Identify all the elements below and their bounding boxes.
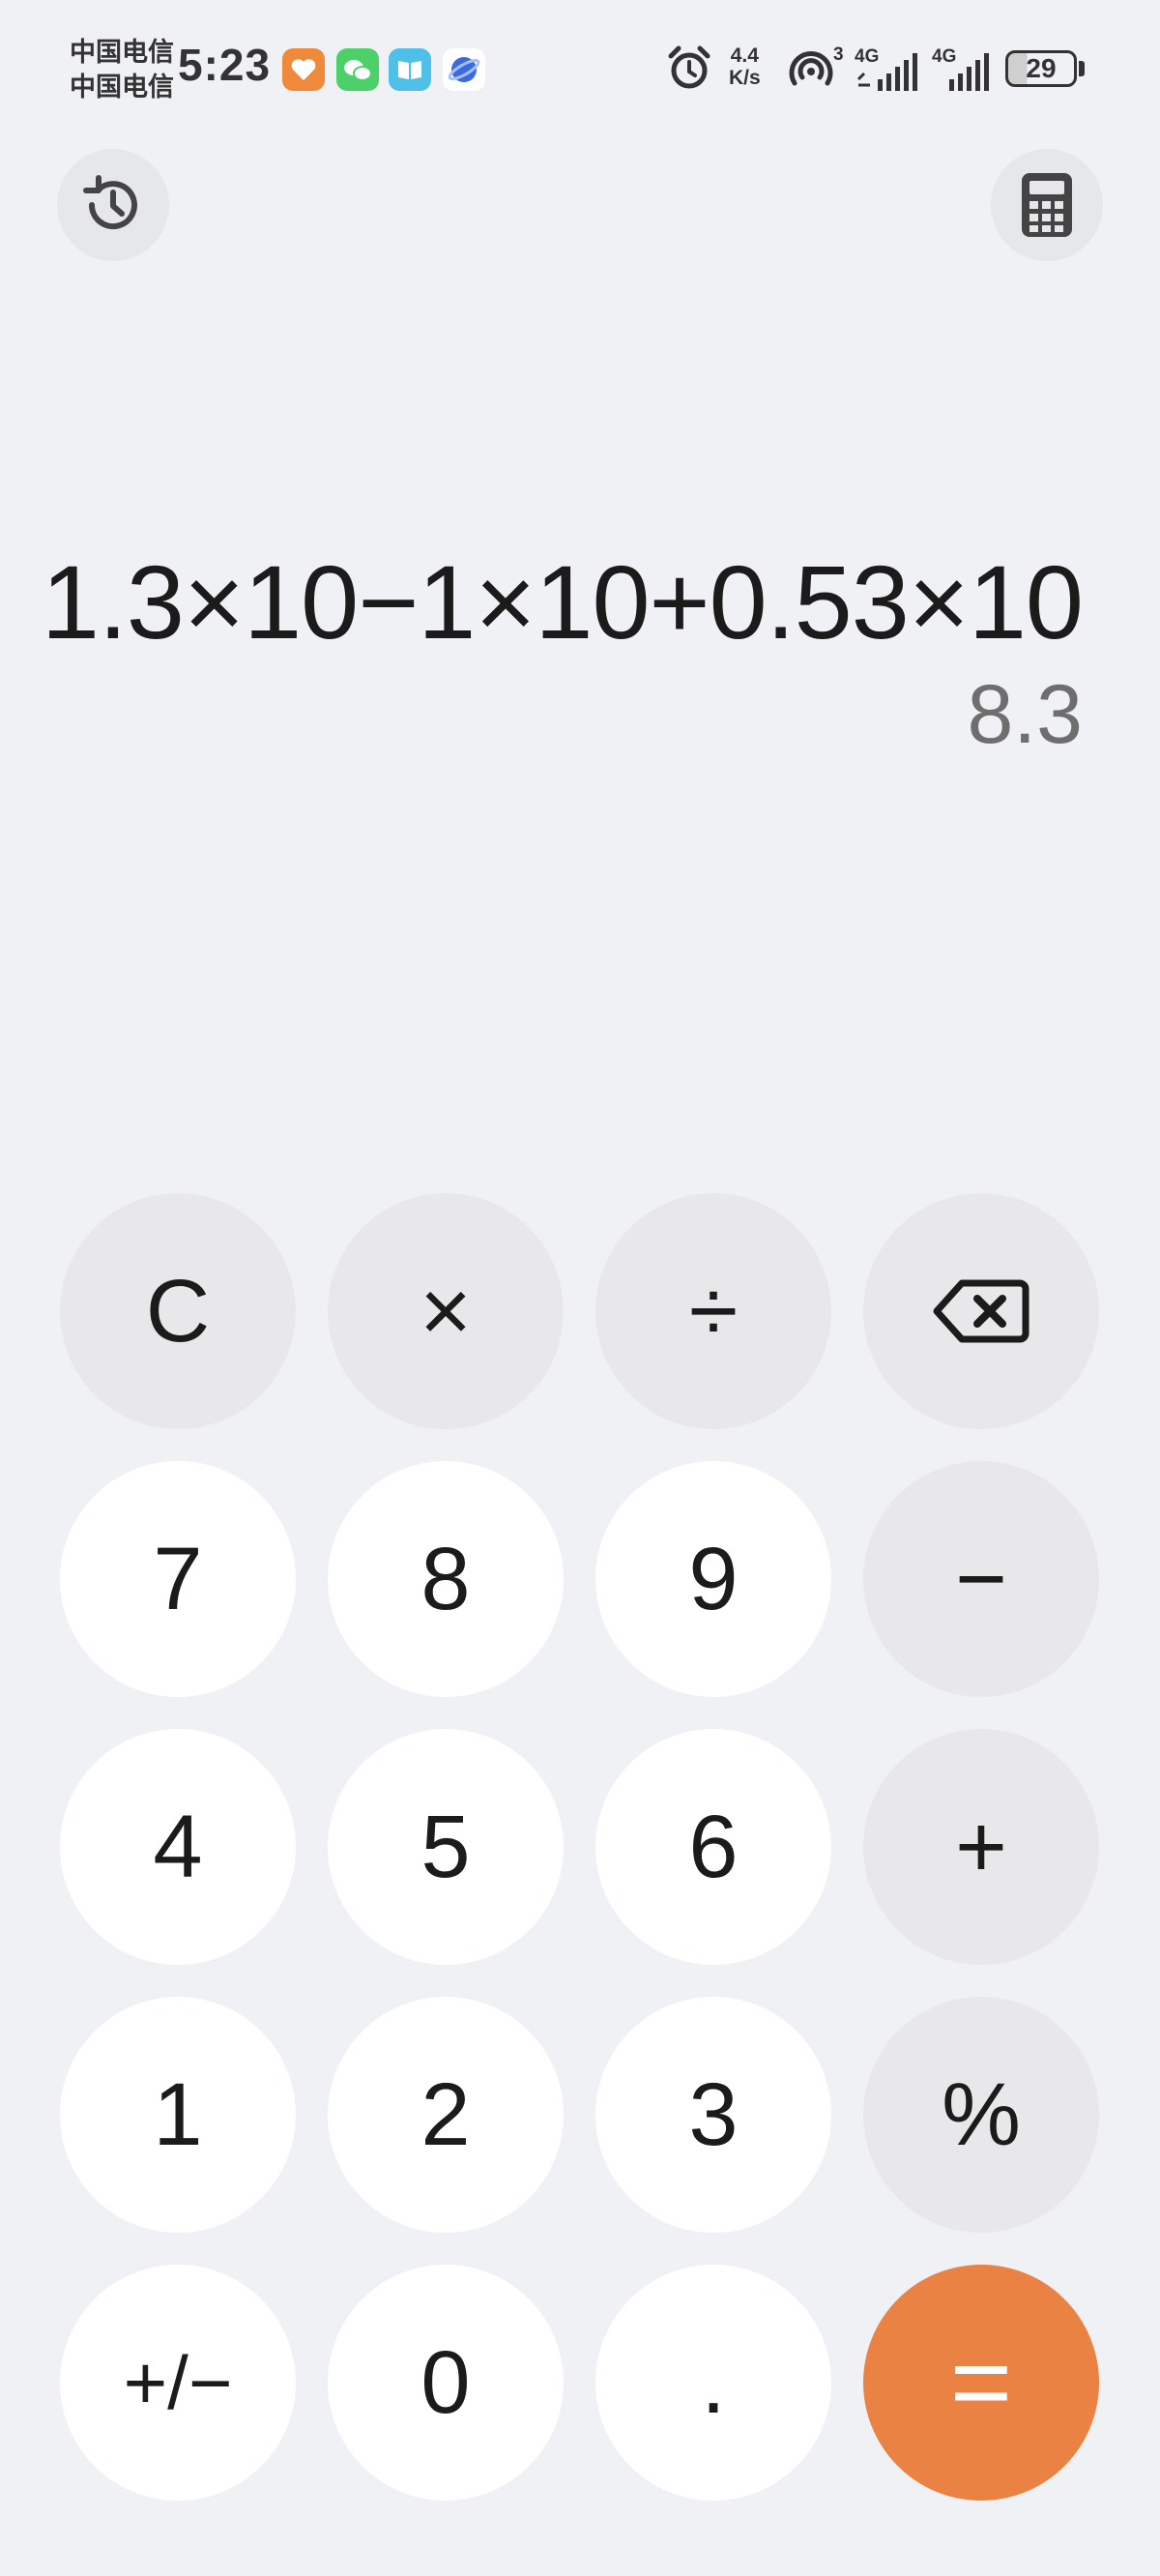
digit-7-label: 7 <box>153 1530 203 1628</box>
carrier-2: 中国电信 <box>70 73 174 102</box>
history-icon <box>83 175 137 230</box>
sim1-signal-icon <box>856 50 920 101</box>
digit-3-button[interactable]: 3 <box>595 1997 831 2233</box>
health-app-icon <box>282 48 325 91</box>
digit-1-button[interactable]: 1 <box>60 1997 296 2233</box>
digit-1-label: 1 <box>153 2065 203 2164</box>
add-label: + <box>955 1798 1007 1896</box>
wechat-icon <box>336 48 379 91</box>
digit-6-button[interactable]: 6 <box>595 1729 831 1965</box>
equals-button[interactable]: = <box>863 2265 1099 2501</box>
status-bar: 中国电信 中国电信 5:23 4.4 K/s 3 4G 4G 29 <box>0 0 1160 145</box>
digit-2-button[interactable]: 2 <box>328 1997 564 2233</box>
add-button[interactable]: + <box>863 1729 1099 1965</box>
divide-button[interactable]: ÷ <box>595 1193 831 1429</box>
battery-tip <box>1079 61 1085 76</box>
history-button[interactable] <box>57 149 169 261</box>
subtract-label: − <box>955 1530 1007 1628</box>
decimal-point-label: . <box>701 2333 726 2432</box>
digit-4-button[interactable]: 4 <box>60 1729 296 1965</box>
hotspot-count: 3 <box>833 44 844 65</box>
carrier-1: 中国电信 <box>70 38 174 67</box>
digit-5-button[interactable]: 5 <box>328 1729 564 1965</box>
digit-5-label: 5 <box>420 1798 471 1896</box>
digit-6-label: 6 <box>688 1798 739 1896</box>
browser-app-icon <box>443 48 485 91</box>
calculator-mode-button[interactable] <box>991 149 1103 261</box>
divide-label: ÷ <box>688 1262 739 1361</box>
digit-3-label: 3 <box>688 2065 739 2164</box>
net-speed-unit: K/s <box>729 67 761 89</box>
battery-indicator: 29 <box>1005 50 1077 87</box>
alarm-icon <box>667 44 711 95</box>
digit-4-label: 4 <box>153 1798 203 1896</box>
net-speed: 4.4 K/s <box>729 44 761 89</box>
digit-8-button[interactable]: 8 <box>328 1461 564 1697</box>
percent-button[interactable]: % <box>863 1997 1099 2233</box>
result-display: 8.3 <box>967 668 1083 761</box>
backspace-icon <box>933 1279 1030 1343</box>
carrier-labels: 中国电信 中国电信 <box>70 35 174 104</box>
hotspot-icon <box>787 44 835 95</box>
toggle-sign-button[interactable]: +/− <box>60 2265 296 2501</box>
calculator-mode-icon <box>1022 173 1072 237</box>
digit-9-button[interactable]: 9 <box>595 1461 831 1697</box>
clear-button[interactable]: C <box>60 1193 296 1429</box>
subtract-button[interactable]: − <box>863 1461 1099 1697</box>
sim2-signal-icon <box>942 50 992 101</box>
expression-display: 1.3×10−1×10+0.53×10 <box>41 543 1084 660</box>
digit-9-label: 9 <box>688 1530 739 1628</box>
backspace-button[interactable] <box>863 1193 1099 1429</box>
status-time: 5:23 <box>178 40 272 90</box>
digit-0-label: 0 <box>420 2333 471 2432</box>
digit-0-button[interactable]: 0 <box>328 2265 564 2501</box>
digit-2-label: 2 <box>420 2065 471 2164</box>
reader-app-icon <box>389 48 431 91</box>
digit-7-button[interactable]: 7 <box>60 1461 296 1697</box>
multiply-button[interactable]: × <box>328 1193 564 1429</box>
clear-label: C <box>145 1262 211 1361</box>
digit-8-label: 8 <box>420 1530 471 1628</box>
decimal-point-button[interactable]: . <box>595 2265 831 2501</box>
percent-label: % <box>942 2065 1021 2164</box>
equals-label: = <box>949 2323 1013 2442</box>
net-speed-value: 4.4 <box>730 44 759 67</box>
toggle-sign-label: +/− <box>123 2340 233 2425</box>
multiply-label: × <box>420 1262 472 1361</box>
